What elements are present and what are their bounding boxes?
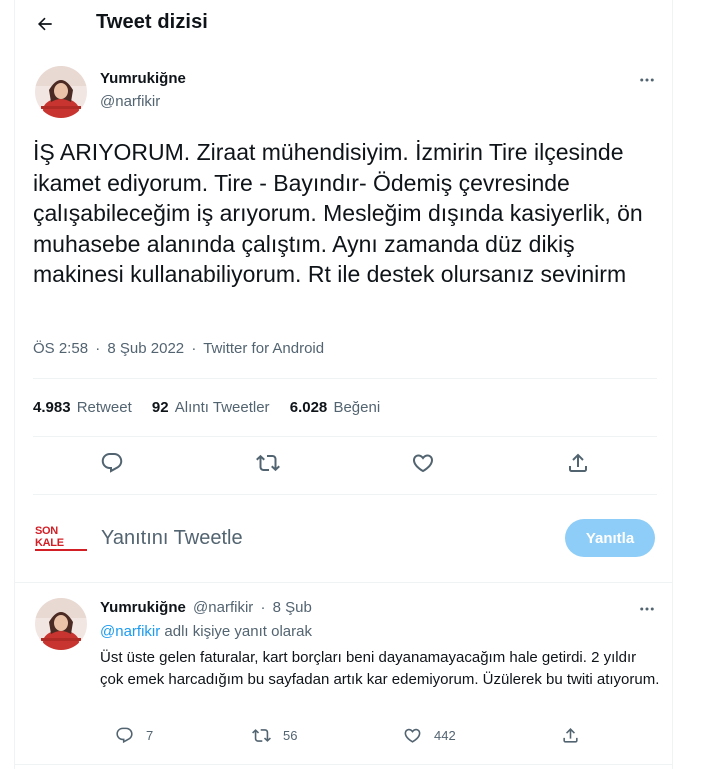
retweet-button[interactable] bbox=[254, 449, 282, 477]
likes-stat[interactable]: 6.028 Beğeni bbox=[290, 399, 380, 416]
author-name[interactable]: Yumrukiğne bbox=[100, 70, 186, 87]
replying-to: @narfikir adlı kişiye yanıt olarak bbox=[100, 623, 312, 640]
retweet-count: 56 bbox=[283, 728, 298, 743]
tweet-text: İŞ ARIYORUM. Ziraat mühendisiyim. İzmiri… bbox=[33, 139, 643, 288]
retweets-count: 4.983 bbox=[33, 399, 71, 416]
reply-count: 7 bbox=[146, 728, 154, 743]
quotes-label: Alıntı Tweetler bbox=[174, 399, 270, 416]
tweet-meta: ÖS 2:58 · 8 Şub 2022 · Twitter for Andro… bbox=[33, 340, 324, 357]
like-count: 442 bbox=[434, 728, 456, 743]
tweet-date[interactable]: 8 Şub 2022 bbox=[107, 340, 184, 357]
share-button[interactable] bbox=[564, 449, 592, 477]
user-avatar-logo[interactable]: SON KALE bbox=[35, 518, 87, 558]
timeline-column: Tweet dizisi Yumrukiğne @narfikir İŞ ARI… bbox=[14, 0, 673, 769]
like-button[interactable] bbox=[409, 449, 437, 477]
reply-button[interactable]: 7 bbox=[115, 726, 153, 745]
more-icon bbox=[640, 78, 654, 82]
section-divider bbox=[15, 764, 672, 765]
reply-tweet-actions: 7 56 442 bbox=[100, 726, 620, 748]
share-button[interactable] bbox=[561, 726, 580, 745]
avatar[interactable] bbox=[35, 598, 87, 650]
more-button[interactable] bbox=[635, 68, 659, 92]
retweet-icon bbox=[256, 454, 280, 472]
more-icon bbox=[640, 607, 654, 611]
like-icon bbox=[412, 454, 434, 473]
quotes-count: 92 bbox=[151, 399, 169, 416]
reply-icon bbox=[101, 453, 123, 473]
logo-text: SON KALE bbox=[35, 525, 87, 551]
mention-link[interactable]: @narfikir bbox=[100, 623, 160, 640]
header-bar: Tweet dizisi bbox=[15, 0, 672, 48]
tweet-stats: 4.983 Retweet 92 Alıntı Tweetler 6.028 B… bbox=[33, 399, 396, 416]
reply-tweet-text: Üst üste gelen faturalar, kart borçları … bbox=[100, 649, 660, 688]
tweet-time[interactable]: ÖS 2:58 bbox=[33, 340, 88, 357]
retweets-stat[interactable]: 4.983 Retweet bbox=[33, 399, 132, 416]
meta-separator: · bbox=[191, 340, 197, 357]
quotes-stat[interactable]: 92 Alıntı Tweetler bbox=[152, 399, 270, 416]
meta-separator: · bbox=[95, 340, 101, 357]
likes-label: Beğeni bbox=[333, 399, 381, 416]
author-name[interactable]: Yumrukiğne bbox=[100, 599, 186, 616]
tweet-actions bbox=[95, 449, 615, 477]
reply-icon bbox=[116, 727, 133, 744]
section-divider bbox=[15, 582, 672, 583]
retweets-label: Retweet bbox=[76, 399, 132, 416]
author-handle[interactable]: @narfikir bbox=[193, 599, 253, 616]
avatar[interactable] bbox=[35, 66, 87, 118]
like-button[interactable]: 442 bbox=[403, 726, 456, 745]
share-icon bbox=[563, 728, 578, 743]
replying-suffix: adlı kişiye yanıt olarak bbox=[164, 623, 312, 640]
divider bbox=[33, 436, 657, 437]
like-icon bbox=[404, 728, 421, 743]
reply-submit-button[interactable]: Yanıtla bbox=[565, 519, 655, 557]
reply-header: Yumrukiğne @narfikir · 8 Şub bbox=[100, 599, 312, 616]
share-icon bbox=[569, 453, 587, 472]
reply-input[interactable]: Yanıtını Tweetle bbox=[101, 527, 243, 550]
reply-button[interactable] bbox=[98, 449, 126, 477]
retweet-icon bbox=[252, 729, 271, 742]
page-title: Tweet dizisi bbox=[96, 11, 208, 33]
divider bbox=[33, 378, 657, 379]
retweet-button[interactable]: 56 bbox=[252, 726, 297, 745]
reply-date[interactable]: 8 Şub bbox=[273, 599, 312, 616]
header-separator: · bbox=[260, 599, 266, 616]
divider bbox=[33, 494, 657, 495]
likes-count: 6.028 bbox=[289, 399, 328, 416]
author-handle[interactable]: @narfikir bbox=[100, 93, 160, 110]
tweet-source[interactable]: Twitter for Android bbox=[203, 340, 324, 357]
back-button[interactable] bbox=[29, 8, 61, 40]
more-button[interactable] bbox=[635, 597, 659, 621]
back-arrow-icon bbox=[37, 17, 52, 31]
